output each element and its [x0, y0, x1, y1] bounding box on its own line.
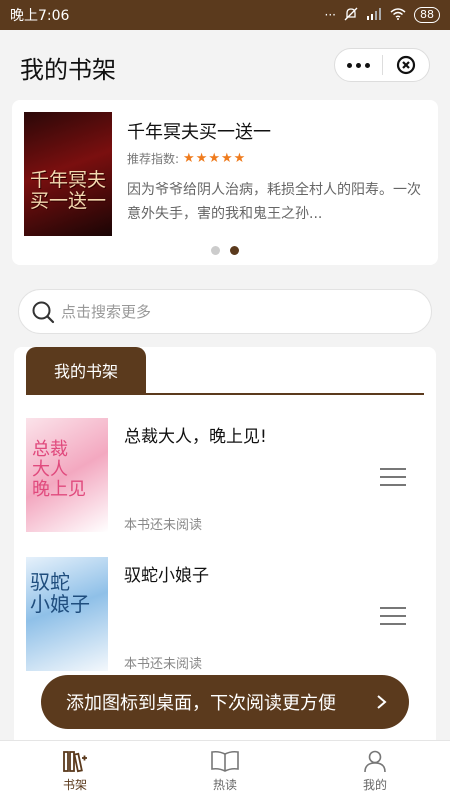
book-cover-title: 驭蛇 小娘子	[30, 570, 90, 616]
battery-icon: 88	[414, 7, 440, 23]
tab-hot-reads-label: 热读	[212, 777, 237, 792]
chevron-right-icon	[377, 695, 387, 709]
banner-rating: 推荐指数: ★★★★★	[127, 150, 246, 167]
carousel-indicator	[12, 246, 438, 255]
more-dot	[364, 62, 370, 68]
mute-icon	[344, 7, 358, 24]
add-to-desktop-text: 添加图标到桌面，下次阅读更方便	[66, 693, 336, 714]
menu-line	[380, 615, 406, 617]
book-cover-title: 总裁 大人 晚上见	[32, 439, 86, 500]
tab-bookshelf-label: 书架	[62, 777, 87, 792]
carousel-dot[interactable]	[211, 246, 220, 255]
menu-line	[380, 476, 406, 478]
more-status-icon: ···	[324, 8, 336, 22]
bottom-tab-bar: 书架 热读 我的	[0, 740, 450, 800]
close-button[interactable]	[383, 55, 430, 75]
menu-line	[380, 623, 406, 625]
add-to-desktop-banner[interactable]: 添加图标到桌面，下次阅读更方便	[41, 675, 409, 729]
recommend-banner[interactable]: 千年冥夫 买一送一 千年冥夫买一送一 推荐指数: ★★★★★ 因为爷爷给阴人治病…	[12, 100, 438, 265]
status-icons: ··· 88	[325, 7, 440, 24]
search-placeholder: 点击搜索更多	[61, 303, 152, 321]
tab-mine[interactable]: 我的	[300, 741, 450, 800]
wifi-icon	[390, 7, 406, 23]
tab-bookshelf[interactable]: 书架	[0, 741, 150, 800]
menu-icon[interactable]	[380, 468, 406, 486]
close-icon	[396, 55, 415, 75]
book-cover[interactable]: 驭蛇 小娘子	[26, 557, 108, 671]
mini-program-capsule	[334, 48, 430, 82]
tab-my-bookshelf[interactable]: 我的书架	[26, 347, 146, 393]
signal-icon	[366, 7, 382, 23]
shelf-divider	[26, 393, 424, 395]
banner-description: 因为爷爷给阴人治病，耗损全村人的阳寿。一次意外失手，害的我和鬼王之孙...	[127, 182, 421, 222]
menu-line	[380, 468, 406, 470]
search-bar[interactable]: 点击搜索更多	[18, 289, 432, 334]
banner-book-cover[interactable]: 千年冥夫 买一送一	[24, 112, 112, 236]
book-title[interactable]: 驭蛇小娘子	[124, 561, 209, 586]
open-book-icon	[211, 750, 239, 772]
menu-line	[380, 607, 406, 609]
search-icon	[32, 301, 55, 323]
book-title[interactable]: 总裁大人，晚上见!	[124, 422, 267, 447]
banner-cover-title: 千年冥夫 买一送一	[30, 169, 107, 212]
book-read-status: 本书还未阅读	[124, 657, 203, 672]
status-bar: 晚上7:06 ··· 88	[0, 0, 450, 30]
menu-icon[interactable]	[380, 607, 406, 625]
tab-hot-reads[interactable]: 热读	[150, 741, 300, 800]
page-title: 我的书架	[20, 56, 116, 84]
star-rating: ★★★★★	[183, 151, 247, 166]
more-dot	[346, 62, 352, 68]
banner-book-title[interactable]: 千年冥夫买一送一	[127, 118, 271, 144]
user-icon	[364, 750, 386, 772]
book-list-item[interactable]: 总裁 大人 晚上见 总裁大人，晚上见! 本书还未阅读	[14, 418, 436, 536]
book-cover[interactable]: 总裁 大人 晚上见	[26, 418, 108, 532]
tab-mine-label: 我的	[362, 777, 387, 792]
more-button[interactable]	[335, 62, 382, 68]
bookshelf-icon	[63, 750, 87, 772]
book-read-status: 本书还未阅读	[124, 518, 203, 533]
book-list-item[interactable]: 驭蛇 小娘子 驭蛇小娘子 本书还未阅读	[14, 557, 436, 675]
rating-label: 推荐指数:	[127, 152, 180, 166]
more-dot	[355, 62, 361, 68]
header: 我的书架	[0, 30, 450, 100]
status-time: 晚上7:06	[10, 8, 70, 24]
carousel-dot-active[interactable]	[230, 246, 239, 255]
menu-line	[380, 484, 406, 486]
